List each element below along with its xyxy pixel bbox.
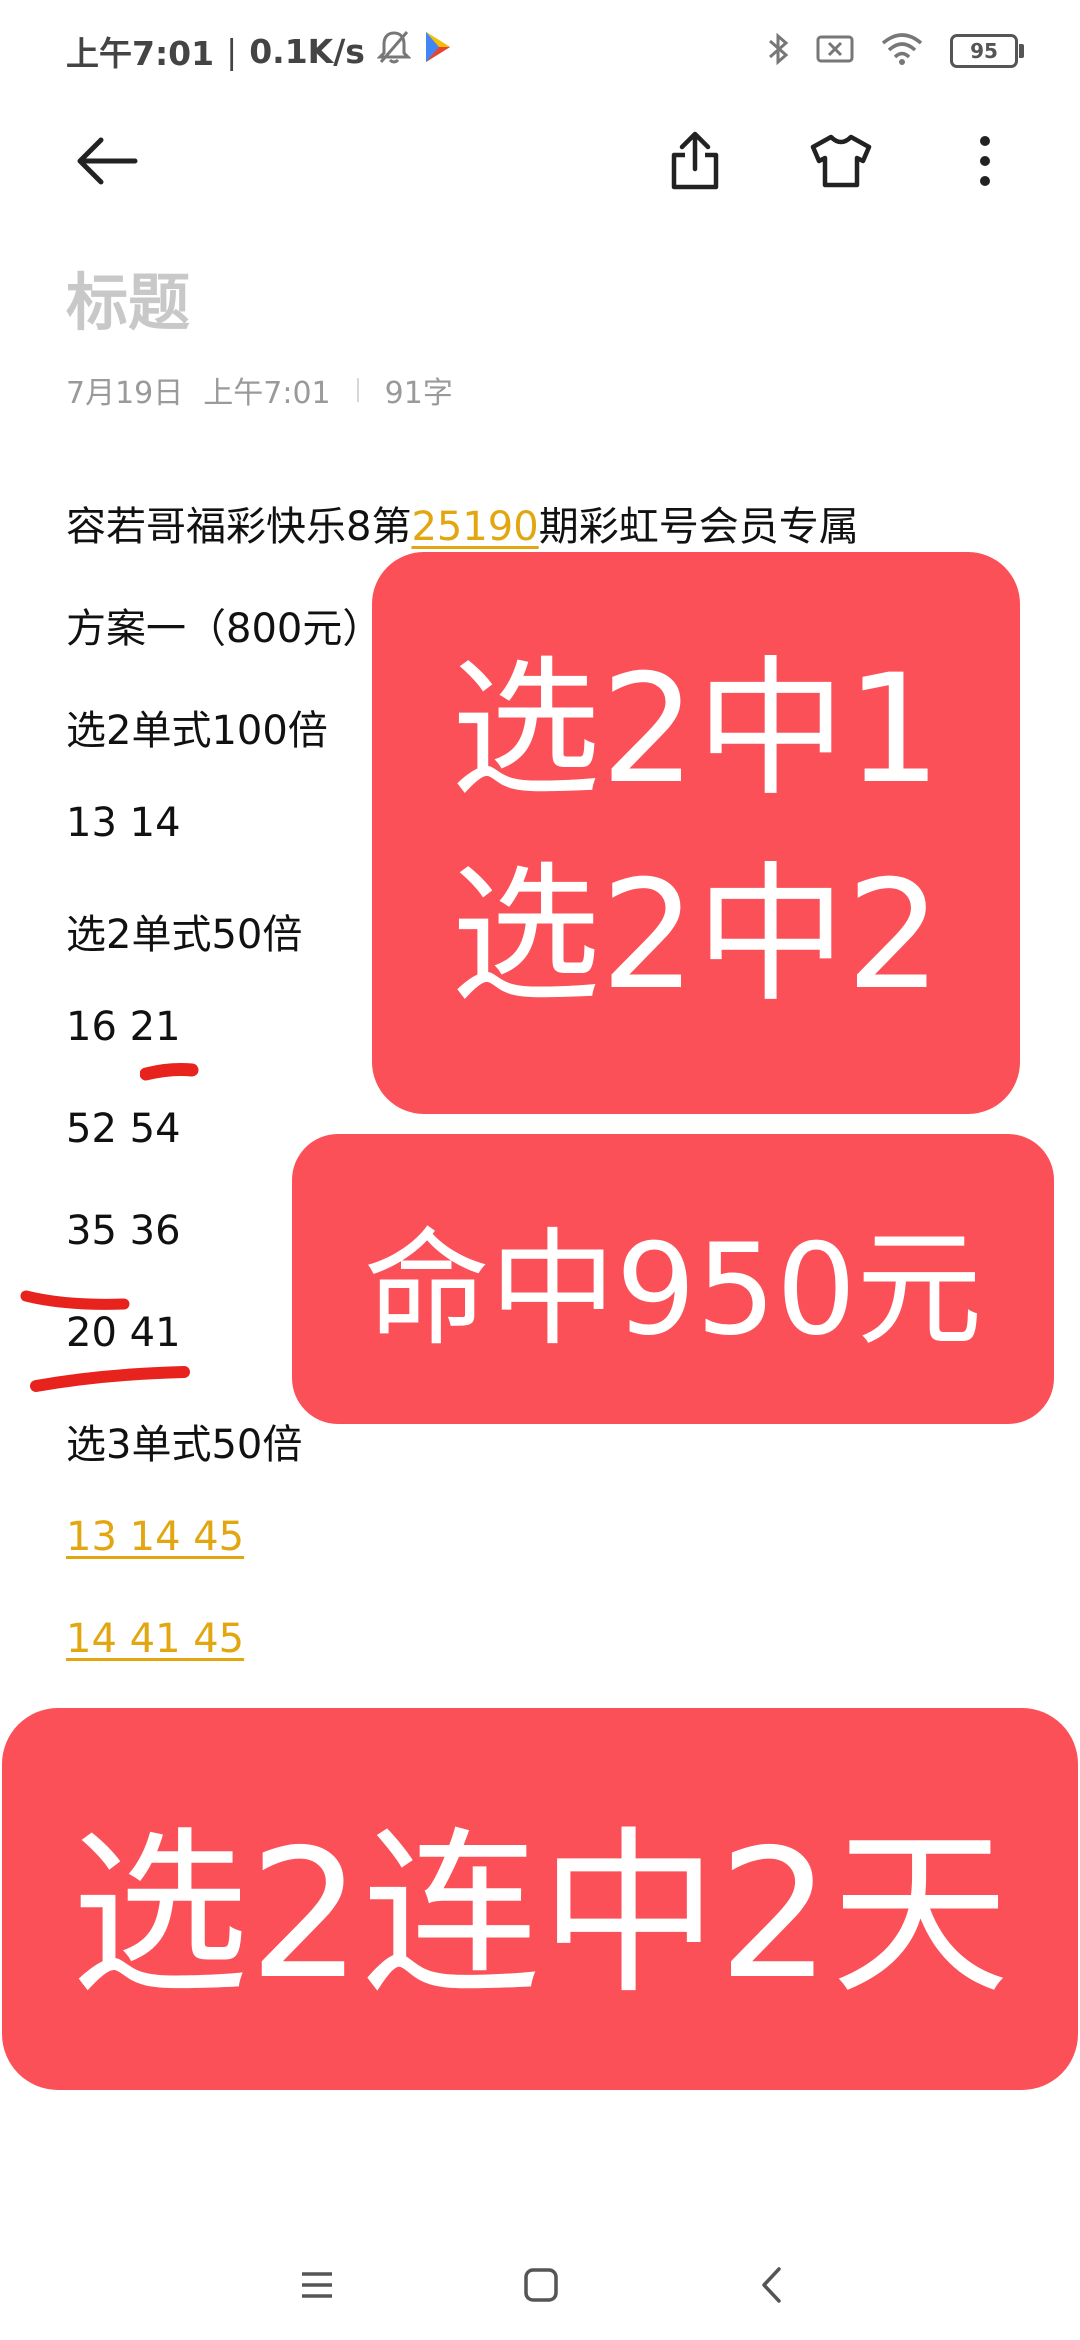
meta-divider <box>356 378 359 402</box>
system-nav-bar <box>0 2230 1080 2340</box>
win-result-badge: 选2中1 选2中2 <box>372 552 1020 1114</box>
number-line[interactable]: 13 14 <box>66 800 181 846</box>
word-count: 91字 <box>384 376 453 411</box>
bet-type-line[interactable]: 选2单式100倍 <box>66 698 328 756</box>
heading-suffix: 期彩虹号会员专属 <box>538 504 859 550</box>
chevron-left-icon <box>762 2267 781 2303</box>
red-underline-mark <box>140 1063 199 1081</box>
more-vertical-icon <box>980 136 990 186</box>
network-speed: 0.1K/s <box>249 31 365 71</box>
home-square-icon <box>524 2268 558 2302</box>
sim-no-signal-icon <box>816 34 854 68</box>
back-button[interactable] <box>72 126 142 196</box>
note-meta: 7月19日 上午7:01 91字 <box>66 368 453 412</box>
note-toolbar <box>0 110 1080 210</box>
note-date: 7月19日 <box>66 376 184 411</box>
status-left: 上午7:01 | 0.1K/s <box>66 26 453 76</box>
share-button[interactable] <box>660 126 730 196</box>
menu-icon <box>302 2272 332 2298</box>
battery-level: 95 <box>970 39 998 63</box>
note-heading-line[interactable]: 容若哥福彩快乐8第25190期彩虹号会员专属 <box>66 494 859 552</box>
badge-line: 选2中1 <box>450 643 942 817</box>
status-time: 上午7:01 <box>66 34 215 73</box>
streak-badge: 选2连中2天 <box>2 1708 1078 2090</box>
status-separator: | <box>226 31 238 71</box>
wifi-icon <box>880 32 924 70</box>
badge-line: 选2中2 <box>450 849 942 1023</box>
more-button[interactable] <box>950 126 1020 196</box>
number-link-line[interactable]: 13 14 45 <box>66 1514 244 1560</box>
nav-back-button[interactable] <box>736 2250 806 2320</box>
issue-number-link[interactable]: 25190 <box>411 504 538 550</box>
number-link-line[interactable]: 14 41 45 <box>66 1616 244 1662</box>
tshirt-icon <box>810 134 872 188</box>
number-line[interactable]: 52 54 <box>66 1106 181 1152</box>
heading-prefix: 容若哥福彩快乐8第 <box>66 504 412 550</box>
bluetooth-icon <box>766 31 790 71</box>
note-title-input[interactable]: 标题 <box>66 252 190 342</box>
recent-apps-button[interactable] <box>282 2250 352 2320</box>
status-bar: 上午7:01 | 0.1K/s 95 <box>0 0 1080 100</box>
bet-type-line[interactable]: 选2单式50倍 <box>66 902 302 960</box>
status-right: 95 <box>766 26 1024 76</box>
red-underline-mark <box>30 1366 190 1392</box>
play-store-icon <box>423 30 453 72</box>
battery-icon: 95 <box>950 34 1024 68</box>
note-time: 上午7:01 <box>203 376 331 411</box>
bet-type-line[interactable]: 选3单式50倍 <box>66 1412 302 1470</box>
number-line[interactable]: 16 21 <box>66 1004 181 1050</box>
bell-off-icon <box>376 29 412 73</box>
number-line[interactable]: 35 36 <box>66 1208 181 1254</box>
red-dash-mark <box>20 1290 130 1310</box>
arrow-left-icon <box>77 137 138 185</box>
share-icon <box>671 131 719 190</box>
prize-amount-badge: 命中950元 <box>292 1134 1054 1424</box>
home-button[interactable] <box>506 2250 576 2320</box>
theme-button[interactable] <box>806 126 876 196</box>
plan-line[interactable]: 方案一（800元） <box>66 596 382 654</box>
badge-text: 命中950元 <box>363 1216 983 1363</box>
badge-text: 选2连中2天 <box>70 1810 1010 2018</box>
